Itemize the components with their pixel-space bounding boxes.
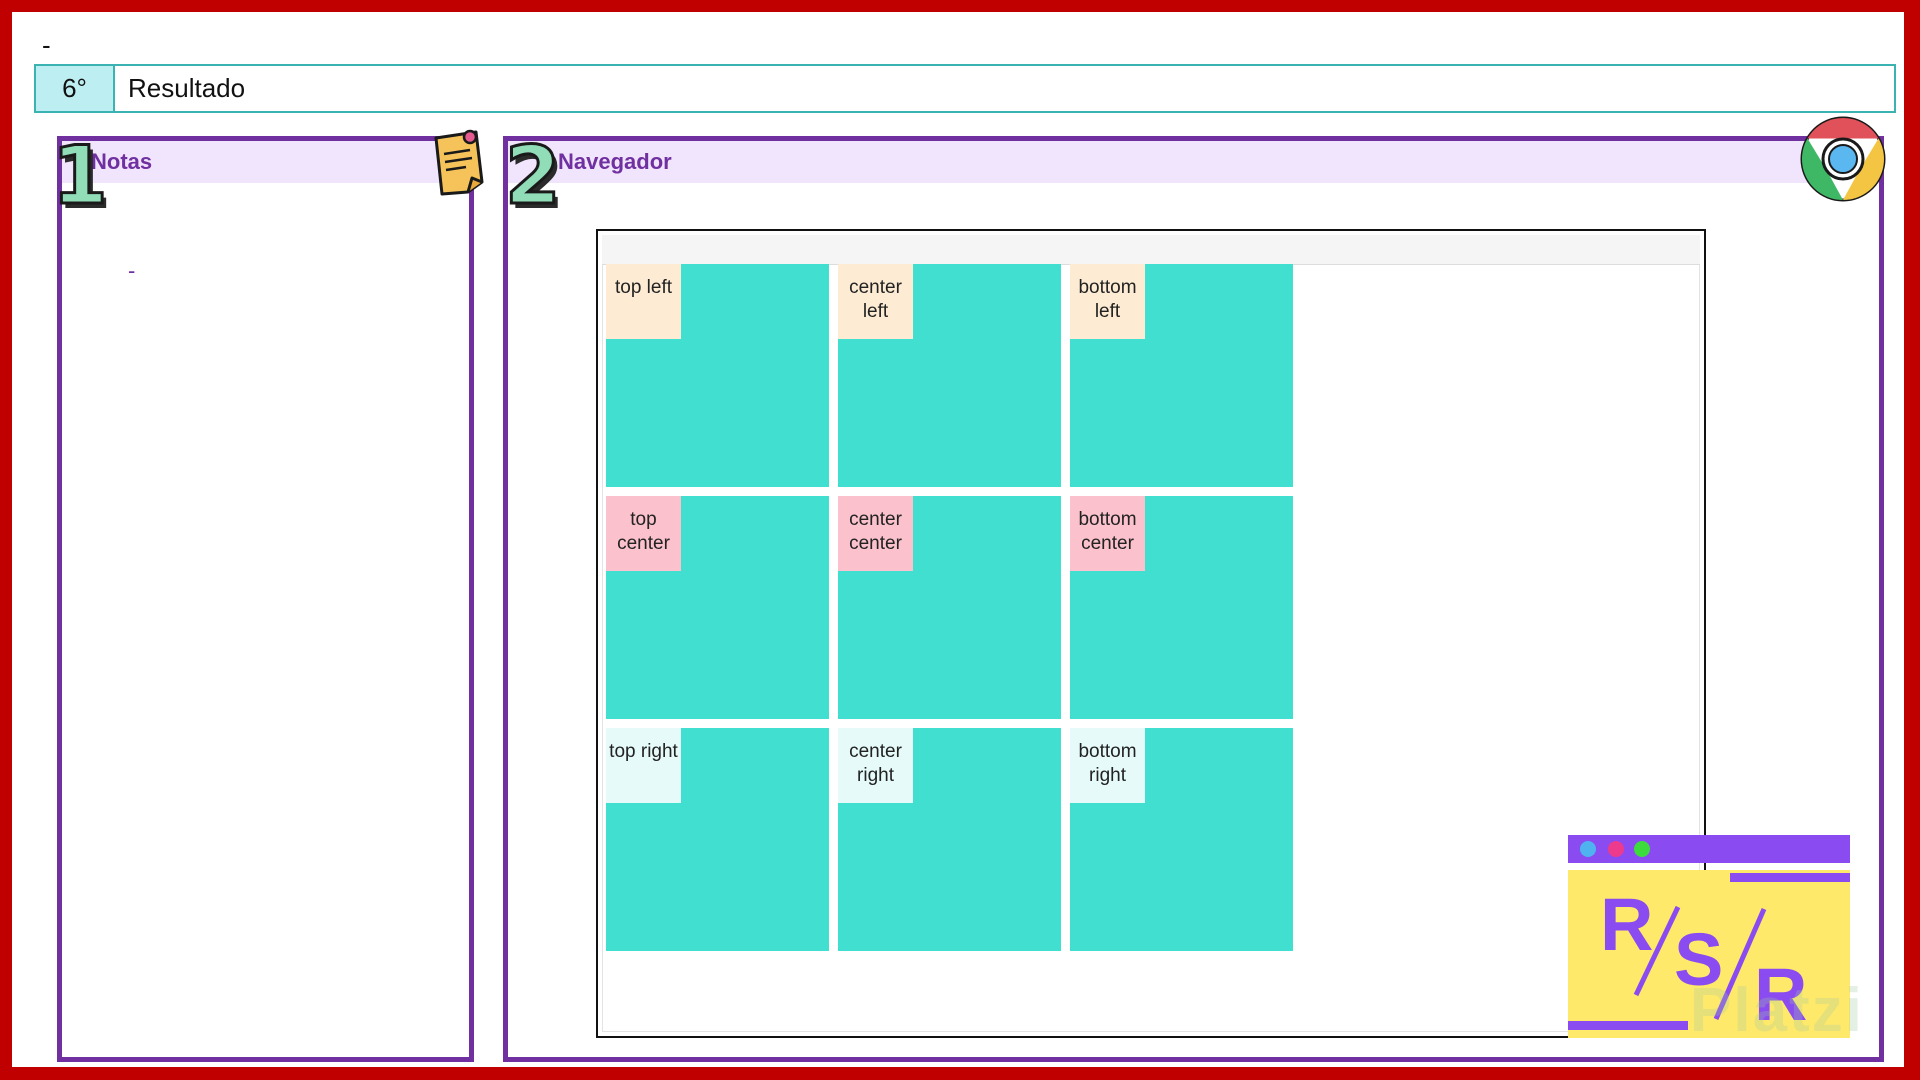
- grid-cell-label: bottom right: [1070, 728, 1145, 803]
- platzi-watermark: Platzi: [1690, 976, 1864, 1045]
- grid-cell-label: bottom left: [1070, 264, 1145, 339]
- grid-cell-label: center right: [838, 728, 913, 803]
- panel-number-2: 2: [504, 129, 563, 222]
- grid-cell-label: bottom center: [1070, 496, 1145, 571]
- grid-cell-8: center right: [838, 728, 1061, 951]
- grid-cell-9: bottom right: [1070, 728, 1293, 951]
- grid-container: top left center left bottom left top cen…: [606, 264, 1293, 951]
- panel-number-1: 1: [51, 129, 110, 222]
- section-number: 6°: [36, 66, 115, 111]
- notes-content: -: [128, 258, 136, 283]
- grid-cell-5: center center: [838, 496, 1061, 719]
- grid-cell-label: top left: [606, 264, 681, 339]
- grid-cell-label: center center: [838, 496, 913, 571]
- grid-cell-label: center left: [838, 264, 913, 339]
- top-dash: -: [42, 30, 51, 60]
- grid-cell-3: bottom left: [1070, 264, 1293, 487]
- grid-cell-4: top center: [606, 496, 829, 719]
- browser-toolbar: [602, 235, 1700, 265]
- grid-cell-1: top left: [606, 264, 829, 487]
- browser-panel-header: Navegador: [508, 141, 1879, 183]
- grid-cell-7: top right: [606, 728, 829, 951]
- section-title: Resultado: [128, 73, 246, 103]
- grid-cell-2: center left: [838, 264, 1061, 487]
- sticky-note-icon: [434, 129, 484, 196]
- chrome-icon: [1800, 116, 1886, 202]
- grid-cell-label: top right: [606, 728, 681, 803]
- grid-cell-label: top center: [606, 496, 681, 571]
- grid-cell-6: bottom center: [1070, 496, 1293, 719]
- browser-panel-title: Navegador: [558, 149, 672, 174]
- section-header: 6° Resultado: [34, 64, 1896, 113]
- rsr-letter-1: R: [1600, 883, 1653, 966]
- notes-panel-header: Notas: [62, 141, 469, 183]
- notes-panel: Notas: [57, 136, 474, 1062]
